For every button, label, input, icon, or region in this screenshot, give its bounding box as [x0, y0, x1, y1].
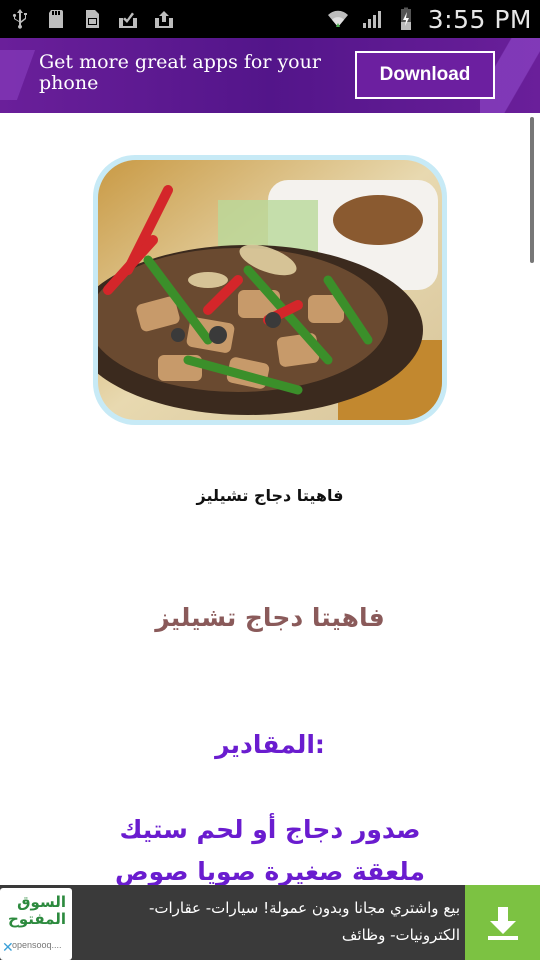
ad-text[interactable]: بيع واشتري مجانا وبدون عمولة! سيارات- عق… [80, 895, 460, 949]
battery-charging-icon [394, 7, 418, 31]
bottom-ad-banner[interactable]: السوق المفتوح opensooq.... ✕ بيع واشتري … [0, 885, 540, 960]
signal-icon [360, 7, 384, 31]
ingredients-heading: :المقادير [215, 730, 325, 759]
status-left-icons [8, 7, 176, 31]
recipe-image [98, 160, 442, 420]
status-right-icons: 3:55 PM [326, 5, 532, 34]
ad-download-button[interactable] [465, 885, 540, 960]
status-bar: 3:55 PM [0, 0, 540, 38]
close-icon[interactable]: ✕ [2, 941, 16, 955]
ingredient-item: صدور دجاج أو لحم ستيك [119, 815, 421, 844]
sd-card-icon [44, 7, 68, 31]
recipe-title: فاهيتا دجاج تشيليز [155, 603, 385, 632]
usb-icon [8, 7, 32, 31]
status-time: 3:55 PM [427, 4, 532, 34]
logo-subtext: opensooq.... [12, 940, 62, 950]
download-icon [487, 906, 518, 940]
promo-decoration [0, 50, 36, 100]
logo-text: السوق المفتوح [8, 893, 66, 928]
upload-done-icon [152, 7, 176, 31]
promo-banner[interactable]: Get more great apps for your phone Downl… [0, 38, 540, 113]
wifi-icon [326, 7, 350, 31]
recipe-image-frame [93, 155, 447, 425]
article-content[interactable]: فاهيتا دجاج تشيليز فاهيتا دجاج تشيليز :ا… [0, 113, 540, 885]
promo-text: Get more great apps for your phone [39, 51, 321, 94]
download-done-icon [116, 7, 140, 31]
ingredient-item: ملعقة صغيرة صويا صوص [115, 857, 425, 885]
download-button[interactable]: Download [355, 51, 495, 99]
scrollbar[interactable] [530, 117, 534, 263]
recipe-caption: فاهيتا دجاج تشيليز [196, 486, 344, 505]
sim-icon [80, 7, 104, 31]
